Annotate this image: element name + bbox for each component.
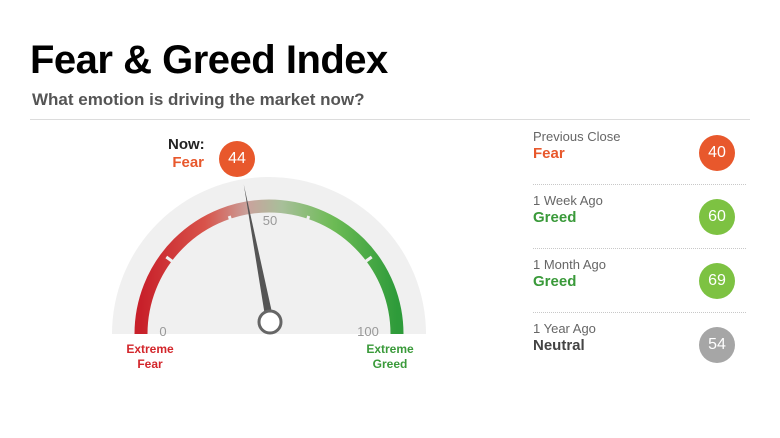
extreme-fear-label: Extreme Fear [126,342,174,371]
page-title: Fear & Greed Index [30,38,388,82]
history-value-badge: 69 [699,263,735,299]
now-value-badge: 44 [219,141,255,177]
header-divider [30,119,750,120]
history-sentiment: Neutral [533,337,585,354]
history-row-1-year: 1 Year Ago Neutral 54 [533,313,746,377]
history-value-badge: 60 [699,199,735,235]
history-row-1-week: 1 Week Ago Greed 60 [533,185,746,249]
tick-label-50: 50 [262,213,278,228]
history-sentiment: Greed [533,273,577,290]
history-sentiment: Greed [533,209,577,226]
history-row-1-month: 1 Month Ago Greed 69 [533,249,746,313]
needle-hub [257,309,283,335]
history-sentiment: Fear [533,145,565,162]
history-label: 1 Week Ago [533,193,603,208]
tick-label-0: 0 [159,324,167,339]
history-row-previous-close: Previous Close Fear 40 [533,121,746,185]
page-subtitle: What emotion is driving the market now? [32,90,365,109]
history-value-badge: 40 [699,135,735,171]
now-title: Now: [168,136,205,153]
history-value-badge: 54 [699,327,735,363]
now-indicator-label: Now: Fear [168,136,205,172]
history-label: 1 Month Ago [533,257,606,272]
fear-greed-gauge: 0 50 100 Extreme Fear Extreme Greed [100,128,436,378]
history-label: Previous Close [533,129,621,144]
now-sentiment: Fear [172,154,204,171]
tick-label-100: 100 [357,324,379,339]
extreme-greed-label: Extreme Greed [366,342,414,371]
history-label: 1 Year Ago [533,321,596,336]
